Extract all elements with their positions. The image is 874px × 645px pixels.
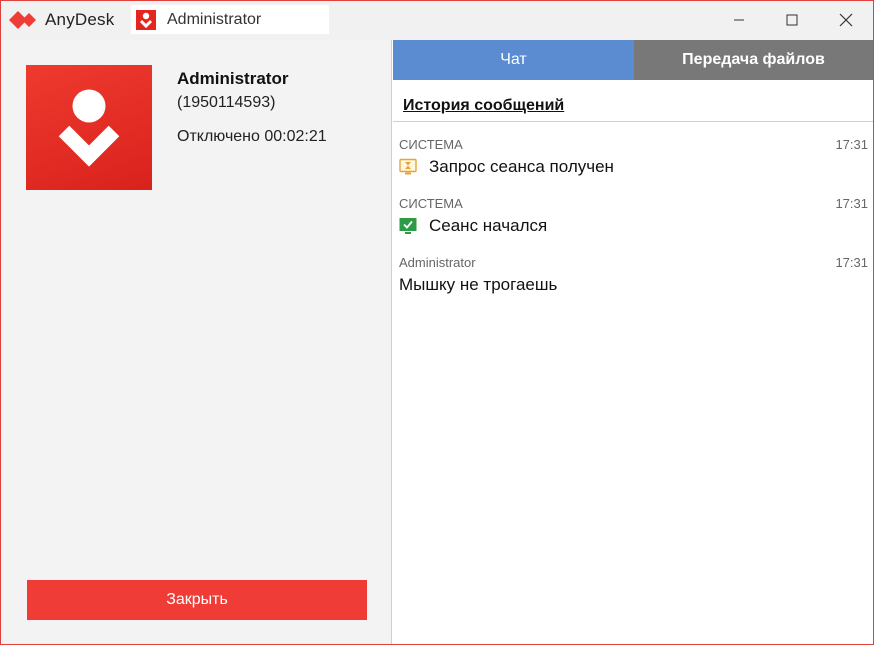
tab-chat[interactable]: Чат — [393, 40, 634, 80]
chat-panel: Чат Передача файлов История сообщений СИ… — [393, 40, 873, 644]
message-sender: СИСТЕМА — [399, 196, 463, 211]
user-avatar — [26, 65, 152, 190]
user-icon — [58, 89, 120, 167]
message-item: СИСТЕМА 17:31 Запрос сеанса получен — [399, 137, 868, 177]
minimize-icon — [734, 19, 744, 21]
close-session-button[interactable]: Закрыть — [27, 580, 367, 620]
message-item: СИСТЕМА 17:31 Сеанс начался — [399, 196, 868, 236]
close-window-button[interactable] — [823, 4, 869, 36]
panel-tabs: Чат Передача файлов — [393, 40, 873, 80]
user-avatar-icon — [136, 9, 156, 30]
user-id: (1950114593) — [177, 94, 276, 111]
maximize-button[interactable] — [769, 4, 815, 36]
minimize-button[interactable] — [716, 4, 762, 36]
app-name: AnyDesk — [45, 10, 115, 29]
user-name: Administrator — [177, 69, 289, 88]
hourglass-monitor-icon — [399, 158, 417, 175]
connection-status: Отключено 00:02:21 — [177, 128, 327, 145]
close-icon — [839, 13, 853, 27]
message-sender: СИСТЕМА — [399, 137, 463, 152]
message-item: Administrator 17:31 Мышку не трогаешь — [399, 255, 868, 295]
message-time: 17:31 — [835, 255, 868, 270]
anydesk-logo-icon — [9, 11, 36, 29]
message-time: 17:31 — [835, 196, 868, 211]
tab-file-transfer[interactable]: Передача файлов — [634, 40, 873, 80]
title-bar: AnyDesk Administrator — [1, 1, 873, 40]
session-tab[interactable]: Administrator — [131, 5, 329, 34]
message-text: Мышку не трогаешь — [399, 275, 558, 294]
message-text: Сеанс начался — [429, 216, 548, 235]
check-monitor-icon — [399, 218, 417, 234]
divider — [393, 121, 873, 122]
app-brand: AnyDesk — [9, 9, 114, 31]
session-tab-label: Administrator — [167, 10, 262, 28]
message-sender: Administrator — [399, 255, 476, 270]
message-text: Запрос сеанса получен — [429, 157, 614, 176]
maximize-icon — [786, 14, 798, 26]
anydesk-window: AnyDesk Administrator Administrator (195… — [0, 0, 874, 645]
message-time: 17:31 — [835, 137, 868, 152]
message-history-link[interactable]: История сообщений — [403, 97, 564, 115]
session-info-panel: Administrator (1950114593) Отключено 00:… — [1, 40, 392, 644]
